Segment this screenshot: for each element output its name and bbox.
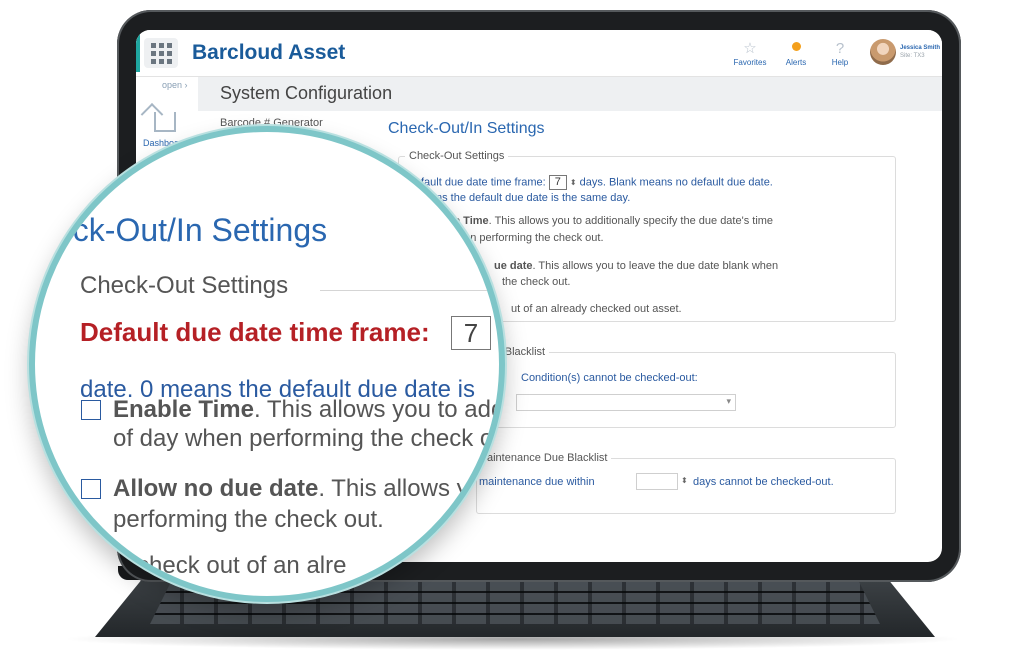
spinner-icon[interactable]: ⬍ [570,178,577,187]
zoom-enable-time-row: Enable Time. This allows you to add [113,396,505,424]
app-header: Barcloud Asset ☆ Favorites Alerts ? Help… [136,30,942,77]
zoom-checked-out-line: w check out of an alre [113,552,347,579]
zoom-allow-no-due-text: . This allows y [318,475,469,502]
app-grid-icon[interactable] [144,38,178,68]
due-date-input[interactable]: 7 [548,175,567,190]
section-title: Check-Out/In Settings [388,120,545,137]
star-icon: ☆ [743,40,757,57]
condition-blacklist-group: ion Blacklist [476,346,896,428]
maintenance-suffix: days cannot be checked-out. [693,476,834,488]
due-date-note: ns the default due date is the same day. [436,192,631,204]
allow-no-due-bold: ue date [494,260,533,272]
maintenance-text: maintenance due within [479,476,595,488]
enable-time-line2: hen performing the check out. [458,232,604,244]
allow-no-due-checkbox[interactable] [81,479,101,499]
condition-select[interactable] [516,394,736,411]
zoom-due-date-label: Default due date time frame: [80,317,430,347]
page-title-bar: System Configuration [198,77,942,111]
zoom-fieldset-rule [320,290,499,291]
spinner-icon[interactable]: ⬍ [681,476,688,485]
favorites-button[interactable]: ☆ Favorites [730,40,770,67]
allow-no-due-row: ue date. This allows you to leave the du… [494,260,778,272]
enable-time-text: . This allows you to additionally specif… [488,215,774,227]
enable-time-checkbox[interactable] [81,400,101,420]
zoom-enable-time-line2: of day when performing the check o [113,425,494,452]
bell-icon [776,40,816,58]
due-date-suffix: days. Blank means no default due date. [579,176,773,189]
question-icon: ? [835,40,845,57]
brand-title: Barcloud Asset [192,41,346,64]
alerts-button[interactable]: Alerts [776,40,816,67]
user-site: Site: TX3 [900,53,925,59]
zoom-allow-no-due-bold: Allow no due date [113,475,319,502]
allow-no-due-text: . This allows you to leave the due date … [532,260,779,272]
avatar[interactable] [870,39,896,65]
condition-blacklist-text: Condition(s) cannot be checked-out: [521,372,698,384]
zoom-enable-time-text: . This allows you to add [253,396,505,423]
checkout-settings-legend: Check-Out Settings [409,150,505,162]
zoom-allow-no-due-line2: performing the check out. [113,506,384,533]
zoom-enable-time-bold: Enable Time [113,396,254,423]
product-mockup: Barcloud Asset ☆ Favorites Alerts ? Help… [0,0,1024,659]
zoom-checkout-legend: Check-Out Settings [80,272,289,299]
favorites-label: Favorites [733,58,767,67]
due-date-row: fault due date time frame: 7 ⬍ days. Bla… [421,175,773,190]
magnifier-lens: eck-Out/In Settings Check-Out Settings D… [29,126,505,602]
enable-time-row: e Time. This allows you to additionally … [454,215,773,227]
maintenance-days-input[interactable] [636,473,678,490]
user-info[interactable]: Jessica Smith Site: TX3 [900,44,940,60]
user-name: Jessica Smith [900,45,941,51]
checked-out-line: ut of an already checked out asset. [511,303,682,315]
home-icon[interactable] [154,112,176,132]
open-rail-link[interactable]: open › [162,80,188,90]
page-title: System Configuration [220,83,393,103]
maintenance-row: maintenance due within [479,476,595,488]
zoom-section-title: eck-Out/In Settings [55,212,328,248]
help-label: Help [831,58,849,67]
header-accent-bar [136,34,140,72]
alerts-label: Alerts [785,58,807,67]
help-button[interactable]: ? Help [820,40,860,67]
zoom-allow-no-due-row: Allow no due date. This allows y [113,475,469,503]
maintenance-blacklist-legend: aintenance Due Blacklist [487,452,608,464]
due-date-label: fault due date time frame: [421,176,546,189]
allow-no-due-line2: the check out. [502,276,571,288]
zoom-due-date-input[interactable]: 7 [451,316,491,350]
